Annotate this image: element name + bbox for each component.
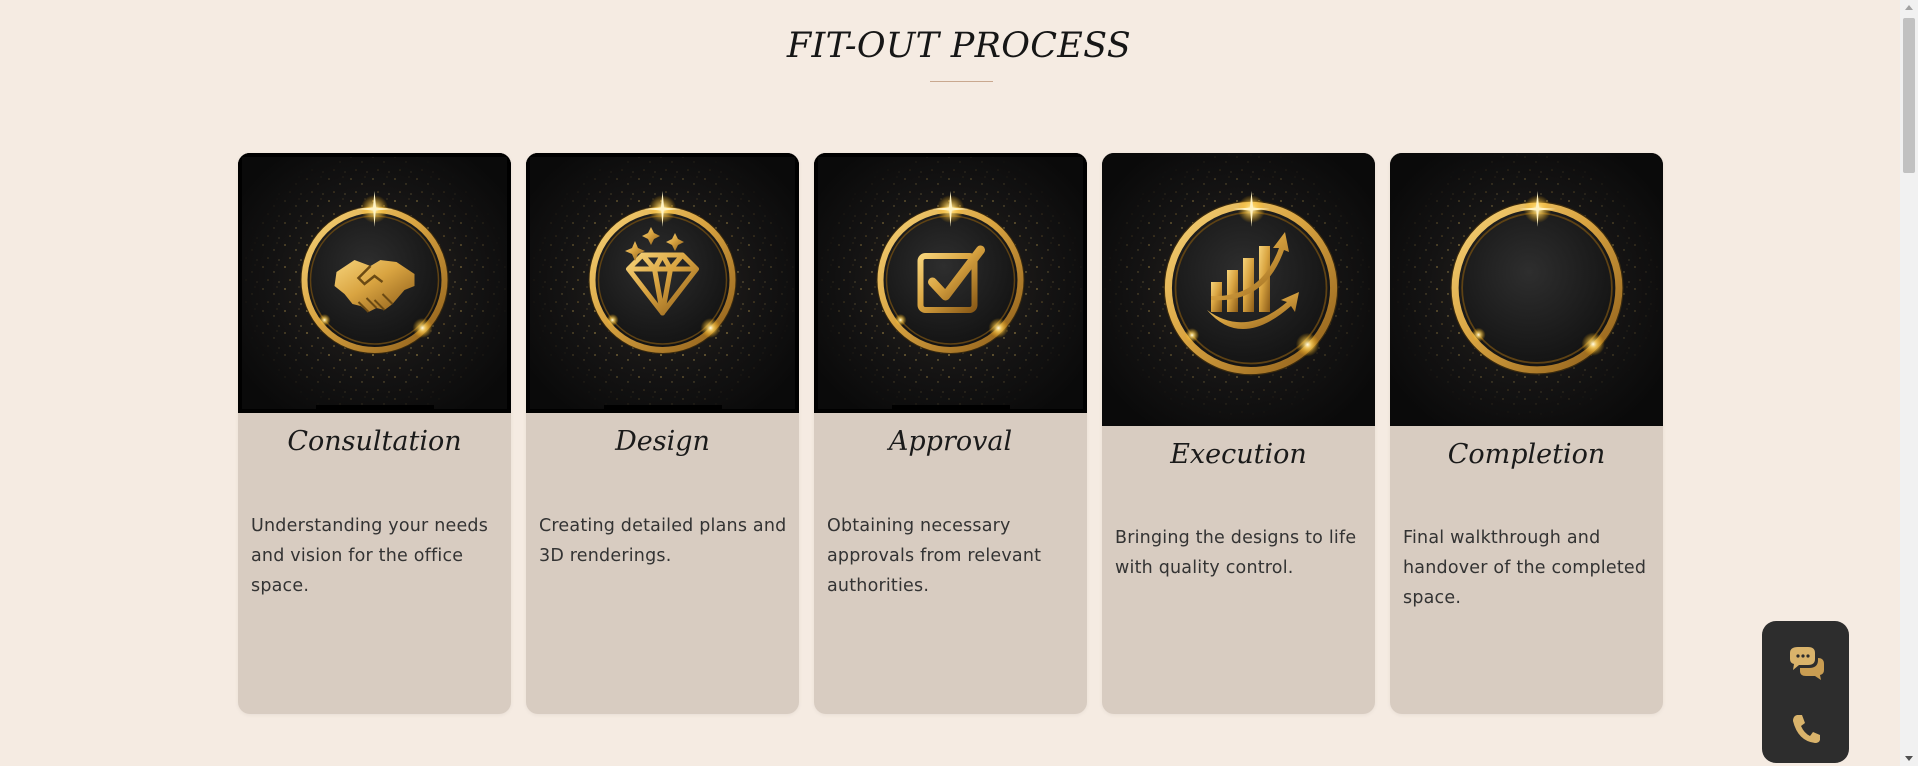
floating-contact-widget	[1762, 621, 1849, 763]
process-card-approval: Approval Obtaining necessary approvals f…	[814, 153, 1087, 714]
chat-button[interactable]	[1784, 643, 1828, 687]
card-title: Consultation	[287, 426, 462, 457]
card-description: Understanding your needs and vision for …	[251, 516, 489, 596]
checkbox-icon	[814, 153, 1087, 413]
card-description: Obtaining necessary approvals from relev…	[827, 516, 1042, 596]
vertical-scrollbar[interactable]	[1900, 0, 1918, 766]
card-title: Design	[615, 426, 710, 457]
scroll-thumb[interactable]	[1903, 18, 1915, 173]
card-image	[526, 153, 799, 413]
image-bottom-bar	[316, 405, 434, 413]
handshake-icon	[238, 153, 511, 413]
process-card-completion: Completion Final walkthrough and handove…	[1390, 153, 1663, 714]
phone-button[interactable]	[1784, 707, 1828, 751]
card-title: Execution	[1170, 439, 1307, 470]
card-description: Creating detailed plans and 3D rendering…	[539, 516, 787, 566]
section-title: FIT-OUT PROCESS	[786, 26, 1132, 66]
scroll-down-arrow-icon[interactable]	[1905, 756, 1913, 761]
card-image	[814, 153, 1087, 413]
card-description: Final walkthrough and handover of the co…	[1403, 528, 1647, 608]
scroll-up-arrow-icon[interactable]	[1905, 5, 1913, 10]
card-image	[1102, 153, 1375, 426]
card-title: Approval	[888, 426, 1013, 457]
phone-icon	[1793, 715, 1820, 743]
card-description: Bringing the designs to life with qualit…	[1115, 528, 1357, 578]
diamond-icon	[526, 153, 799, 413]
card-image	[238, 153, 511, 413]
image-bottom-bar	[892, 405, 1010, 413]
image-bottom-bar	[604, 405, 722, 413]
card-image	[1390, 153, 1663, 426]
title-divider	[930, 81, 993, 82]
page: FIT-OUT PROCESS Consultation Understandi…	[0, 0, 1900, 766]
process-card-design: Design Creating detailed plans and 3D re…	[526, 153, 799, 714]
empty-ring-icon	[1390, 153, 1663, 426]
process-card-consultation: Consultation Understanding your needs an…	[238, 153, 511, 714]
growth-chart-icon	[1102, 153, 1375, 426]
card-title: Completion	[1447, 439, 1606, 470]
chat-bubbles-icon	[1790, 647, 1824, 680]
process-card-execution: Execution Bringing the designs to life w…	[1102, 153, 1375, 714]
